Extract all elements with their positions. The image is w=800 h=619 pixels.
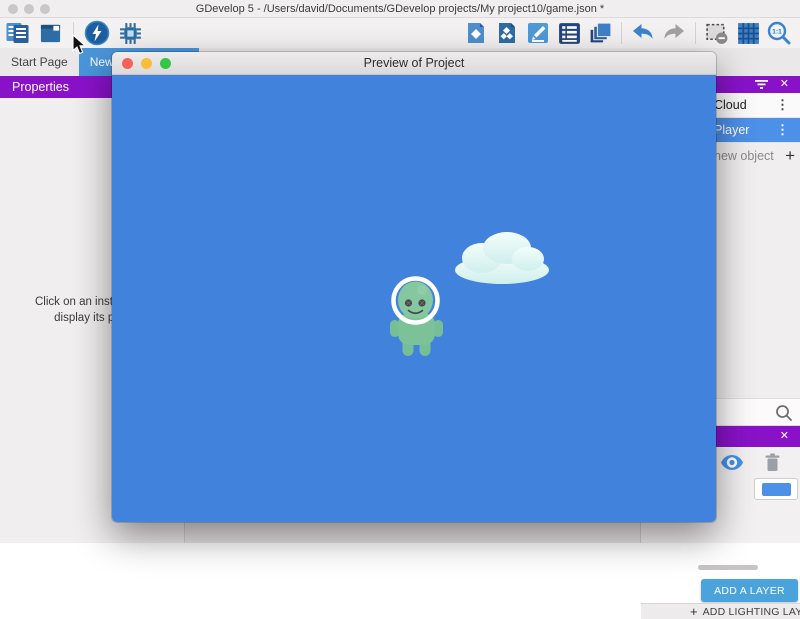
gdevelop-app: GDevelop 5 - /Users/david/Documents/GDev… (0, 0, 800, 543)
mouse-cursor (72, 34, 87, 55)
redo-arrow-icon (661, 21, 687, 45)
project-manager-icon (5, 21, 30, 45)
preview-zoom-button[interactable] (160, 58, 171, 69)
object-menu-icon[interactable]: ⋮ (776, 122, 789, 138)
add-object-plus-icon[interactable]: + (785, 146, 795, 166)
search-icon (775, 404, 793, 427)
scene-properties-button[interactable] (463, 20, 489, 46)
layer-visibility-icon[interactable] (720, 454, 744, 476)
undo-button[interactable] (630, 20, 656, 46)
filter-icon[interactable] (755, 76, 768, 94)
events-list-icon (557, 21, 582, 46)
toolbar-separator (621, 22, 622, 44)
grid-icon (736, 21, 761, 46)
zoom-1-1-icon: 1:1 (766, 20, 792, 46)
layers-panel-close-icon[interactable]: ✕ (780, 431, 789, 442)
app-title: GDevelop 5 - /Users/david/Documents/GDev… (196, 3, 604, 15)
open-events-button[interactable] (556, 20, 582, 46)
edit-scene-button[interactable] (525, 20, 551, 46)
main-toolbar: 1:1 (0, 18, 800, 48)
preview-titlebar[interactable]: Preview of Project (112, 52, 716, 75)
zoom-original-button[interactable]: 1:1 (766, 20, 792, 46)
layers-stack-icon (588, 21, 613, 46)
tab-start-page-label: Start Page (11, 55, 68, 69)
window-controls[interactable] (8, 4, 50, 14)
instances-list-button[interactable] (587, 20, 613, 46)
preview-game-canvas[interactable] (112, 75, 716, 522)
preview-window: Preview of Project (112, 52, 716, 522)
preview-play-icon (84, 20, 110, 46)
player-sprite (387, 273, 447, 361)
layer-color-swatch (762, 483, 791, 496)
add-lighting-layer-button[interactable]: + ADD LIGHTING LAYER (641, 603, 800, 619)
add-object-label: new object (714, 149, 774, 163)
plus-icon: + (690, 604, 698, 619)
preview-window-title: Preview of Project (364, 56, 465, 70)
toggle-properties-button[interactable] (37, 20, 63, 46)
debugger-chip-icon (118, 21, 143, 46)
object-menu-icon[interactable]: ⋮ (776, 97, 789, 113)
tab-start-page[interactable]: Start Page (0, 48, 79, 76)
edit-pencil-icon (526, 21, 550, 45)
debug-button[interactable] (117, 20, 143, 46)
layer-color-swatch-box[interactable] (754, 478, 798, 500)
project-manager-button[interactable] (4, 20, 30, 46)
cloud-sprite (452, 230, 552, 286)
properties-panel-title: Properties (12, 80, 69, 94)
file-objects-icon (495, 21, 519, 45)
toolbar-separator (695, 22, 696, 44)
object-label: Player (714, 123, 749, 137)
layer-delete-icon[interactable] (764, 453, 781, 477)
file-cube-icon (464, 21, 488, 45)
redo-button[interactable] (661, 20, 687, 46)
preview-window-controls[interactable] (122, 58, 171, 69)
object-label: Cloud (714, 98, 747, 112)
toggle-grid-button[interactable] (735, 20, 761, 46)
open-objects-button[interactable] (494, 20, 520, 46)
zoom-window-button[interactable] (40, 4, 50, 14)
objects-panel-close-icon[interactable]: ✕ (780, 79, 789, 90)
selection-mask-icon (704, 21, 730, 46)
preview-close-button[interactable] (122, 58, 133, 69)
window-panel-icon (39, 22, 62, 45)
add-layer-button[interactable]: ADD A LAYER (701, 579, 798, 602)
layers-horizontal-scrollbar[interactable] (698, 565, 758, 570)
app-titlebar: GDevelop 5 - /Users/david/Documents/GDev… (0, 0, 800, 18)
toggle-mask-button[interactable] (704, 20, 730, 46)
undo-arrow-icon (630, 21, 656, 45)
close-window-button[interactable] (8, 4, 18, 14)
launch-preview-button[interactable] (84, 20, 110, 46)
svg-text:1:1: 1:1 (772, 29, 782, 36)
minimize-window-button[interactable] (24, 4, 34, 14)
preview-minimize-button[interactable] (141, 58, 152, 69)
